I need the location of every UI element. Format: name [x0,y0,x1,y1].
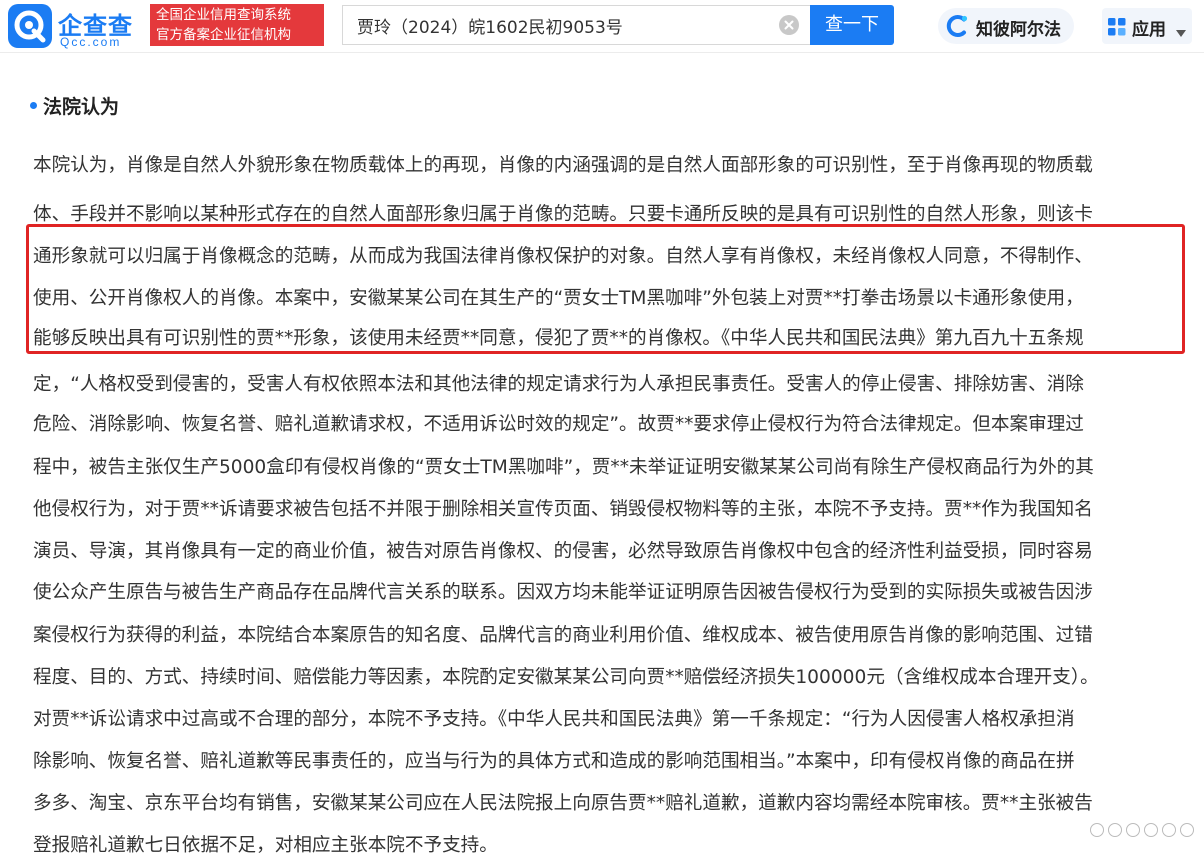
body-line: 案侵权行为获得的利益，本院结合本案原告的知名度、品牌代言的商业利用价值、维权成本… [33,625,1093,646]
section-title-text: 法院认为 [43,96,120,118]
logo-domain: Qcc.com [60,35,122,49]
certification-badge: 全国企业信用查询系统 官方备案企业征信机构 [150,4,324,46]
watermark-dot [1180,823,1194,837]
body-line: 对贾**诉讼请求中过高或不合理的部分，本院不予支持。《中华人民共和国民法典》第一… [33,709,1075,730]
body-line: 危险、消除影响、恢复名誉、赔礼道歉请求权，不适用诉讼时效的规定”。故贾**要求停… [33,414,1084,435]
ai-assistant-label: 知彼阿尔法 [976,20,1061,40]
site-logo[interactable]: 企查查 Qcc.com [8,4,148,49]
body-line: 演员、导演，其肖像具有一定的商业价值，被告对原告肖像权、的侵害，必然导致原告肖像… [33,541,1093,562]
bullet-dot-icon [30,102,37,109]
watermark-dot [1162,823,1176,837]
watermark-dot [1144,823,1158,837]
section-title: 法院认为 [30,92,119,119]
ai-c-icon [944,13,970,39]
body-line: 除影响、恢复名誉、赔礼道歉等民事责任的，应当与行为的具体方式和造成的影响范围相当… [33,751,1075,772]
watermark-dots [1090,818,1194,842]
body-line: 使公众产生原告与被告生产商品存在品牌代言关系的联系。因双方均未能举证证明原告因被… [33,582,1093,603]
chevron-down-icon [1176,23,1186,37]
search-input[interactable] [343,6,801,44]
search-button[interactable]: 查一下 [810,5,894,45]
ai-assistant-button[interactable]: 知彼阿尔法 [938,8,1074,44]
watermark-dot [1126,823,1140,837]
badge-line-2: 官方备案企业征信机构 [156,27,291,43]
body-line: 本院认为，肖像是自然人外貌形象在物质载体上的再现，肖像的内涵强调的是自然人面部形… [33,155,1093,176]
body-line: 多多、淘宝、京东平台均有销售，安徽某某公司应在人民法院报上向原告贾**赔礼道歉，… [33,793,1093,814]
app-menu-label: 应用 [1132,20,1166,40]
body-line: 他侵权行为，对于贾**诉请要求被告包括不并限于删除相关宣传页面、销毁侵权物料等的… [33,499,1093,520]
badge-line-1: 全国企业信用查询系统 [156,7,291,23]
highlight-annotation-box [26,224,1185,354]
top-header: 企查查 Qcc.com 全国企业信用查询系统 官方备案企业征信机构 查一下 知彼… [0,0,1204,53]
clear-icon[interactable] [779,15,799,35]
app-grid-icon [1108,18,1126,36]
body-line: 程中，被告主张仅生产5000盒印有侵权肖像的“贾女士TM黑咖啡”，贾**未举证证… [33,457,1094,478]
watermark-dot [1090,823,1104,837]
body-line: 定，“人格权受到侵害的，受害人有权依照本法和其他法律的规定请求行为人承担民事责任… [33,374,1084,395]
watermark-dot [1108,823,1122,837]
search-box [342,5,810,45]
body-line: 体、手段并不影响以某种形式存在的自然人面部形象归属于肖像的范畴。只要卡通所反映的… [33,204,1093,225]
body-line: 程度、目的、方式、持续时间、赔偿能力等因素，本院酌定安徽某某公司向贾**赔偿经济… [33,667,1099,688]
app-menu-button[interactable]: 应用 [1102,8,1192,44]
body-line: 登报赔礼道歉七日依据不足，对相应主张本院不予支持。 [33,835,498,856]
qcc-logo-icon [8,4,52,48]
